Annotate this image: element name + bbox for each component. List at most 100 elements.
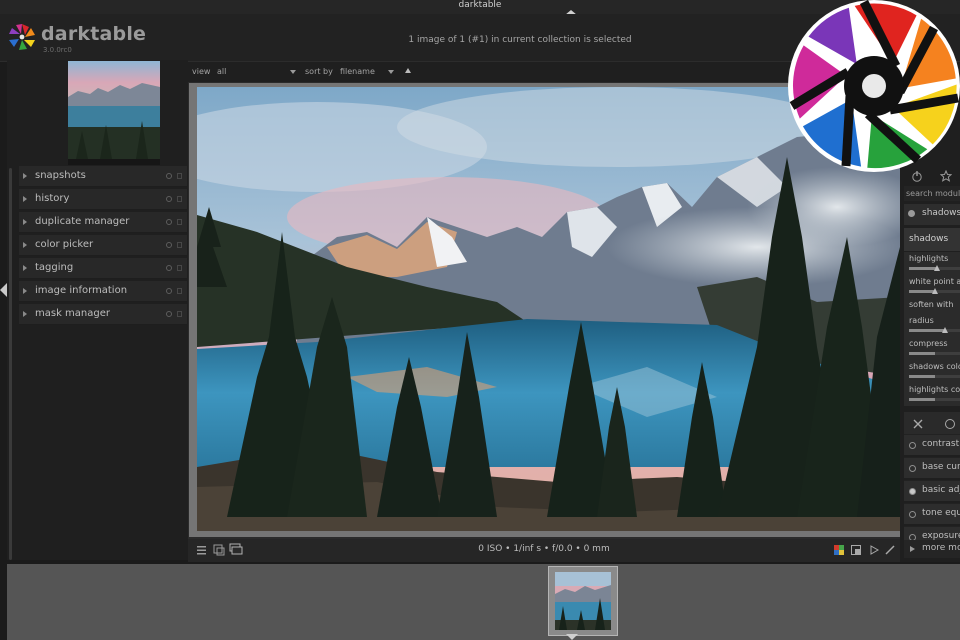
slider-knob[interactable] (934, 265, 941, 271)
slider-track[interactable] (909, 329, 960, 332)
sort-dropdown-arrow-icon[interactable] (388, 70, 394, 74)
expand-arrow-icon (23, 311, 27, 317)
slider-label: white point adjustment (909, 277, 960, 286)
slider-track[interactable] (909, 375, 960, 378)
presets-icon[interactable] (177, 242, 182, 248)
module-contrast[interactable]: contrast (904, 434, 960, 455)
slider-track[interactable] (909, 398, 960, 401)
expand-arrow-icon (23, 173, 27, 179)
module-power-icon[interactable] (909, 511, 916, 518)
reset-icon[interactable] (166, 219, 172, 225)
slider-knob[interactable] (941, 327, 948, 333)
module-snapshots[interactable]: snapshots (19, 166, 187, 187)
reset-icon[interactable] (166, 288, 172, 294)
slider-fill (909, 329, 945, 332)
left-panel: snapshots history duplicate manager colo… (7, 60, 188, 560)
sort-order-icon[interactable] (405, 68, 411, 73)
presets-icon[interactable] (177, 288, 182, 294)
module-label: duplicate manager (35, 216, 130, 227)
module-power-icon[interactable] (909, 465, 916, 472)
module-basic-adjustments[interactable]: basic adjustments (904, 480, 960, 501)
slider-knob[interactable] (931, 288, 938, 294)
module-power-icon[interactable] (909, 488, 916, 495)
presets-icon[interactable] (177, 219, 182, 225)
exif-info: 0 ISO • 1/inf s • f/0.0 • 0 mm (478, 544, 610, 554)
sort-label: sort by (305, 67, 333, 76)
view-dropdown[interactable]: all (217, 67, 226, 76)
view-dropdown-arrow-icon[interactable] (290, 70, 296, 74)
module-tone-equalizer[interactable]: tone equalizer (904, 503, 960, 524)
softproof-icon[interactable] (851, 545, 862, 556)
reset-icon[interactable] (166, 311, 172, 317)
slider-fill (909, 267, 938, 270)
slider-highlights-color[interactable]: highlights color adjustment (904, 383, 960, 406)
search-modules-input[interactable]: search modules (904, 186, 960, 201)
expand-arrow-icon (23, 242, 27, 248)
aperture-logo-icon (9, 24, 35, 50)
active-module-header[interactable]: shadows (904, 204, 960, 225)
module-label: contrast (922, 439, 960, 449)
module-label: image information (35, 285, 128, 296)
reset-icon[interactable] (166, 173, 172, 179)
filmstrip-thumbnail[interactable] (548, 566, 618, 636)
module-exposure[interactable]: exposure (904, 526, 960, 540)
expand-arrow-icon (910, 546, 915, 552)
collapse-bottom-panel-arrow[interactable] (566, 634, 578, 640)
module-label: history (35, 193, 70, 204)
collapse-left-panel-arrow[interactable] (0, 283, 7, 297)
reset-icon[interactable] (166, 265, 172, 271)
more-modules-button[interactable]: more modules (904, 540, 960, 558)
module-power-icon[interactable] (909, 442, 916, 449)
circle-icon[interactable] (944, 418, 956, 430)
reset-icon[interactable] (166, 242, 172, 248)
group-header[interactable]: shadows (904, 228, 960, 251)
module-label: base curve (922, 462, 960, 472)
module-duplicate-manager[interactable]: duplicate manager (19, 212, 187, 233)
navigation-thumbnail[interactable] (68, 61, 160, 165)
expand-arrow-icon (23, 265, 27, 271)
module-tagging[interactable]: tagging (19, 258, 187, 279)
reset-icon[interactable] (166, 196, 172, 202)
module-toolbar (904, 412, 960, 436)
slider-track[interactable] (909, 352, 960, 355)
gamut-check-icon[interactable] (869, 545, 880, 556)
focus-peaking-icon[interactable] (885, 545, 896, 556)
slider-fill (909, 398, 935, 401)
slider-label: radius (909, 316, 934, 325)
slider-radius[interactable]: radius (904, 314, 960, 337)
thumbnail-image (555, 572, 611, 630)
slider-label: highlights color adjustment (909, 385, 960, 394)
module-label: mask manager (35, 308, 110, 319)
slider-white-point[interactable]: white point adjustment (904, 275, 960, 298)
version-label: 3.0.0rc0 (43, 46, 72, 54)
presets-icon[interactable] (177, 173, 182, 179)
left-panel-scrollbar[interactable] (9, 168, 12, 560)
presets-icon[interactable] (177, 265, 182, 271)
presets-icon[interactable] (177, 311, 182, 317)
module-label: basic adjustments (922, 485, 960, 495)
color-assessment-icon[interactable] (834, 545, 845, 556)
slider-label: highlights (909, 254, 949, 263)
module-base-curve[interactable]: base curve (904, 457, 960, 478)
app-logo: darktable 3.0.0rc0 (6, 18, 186, 58)
module-mask-manager[interactable]: mask manager (19, 304, 187, 325)
expand-arrow-icon (23, 196, 27, 202)
bottom-info-bar: 0 ISO • 1/inf s • f/0.0 • 0 mm (188, 539, 900, 562)
more-modules-label: more modules (922, 543, 960, 553)
module-label: snapshots (35, 170, 86, 181)
darktable-aperture-logo-icon (788, 0, 960, 172)
expand-arrow-icon (23, 288, 27, 294)
slider-label: compress (909, 339, 948, 348)
slider-shadows-color[interactable]: shadows color adjustment (904, 360, 960, 383)
module-history[interactable]: history (19, 189, 187, 210)
presets-icon[interactable] (177, 196, 182, 202)
close-icon[interactable] (912, 418, 924, 430)
sort-dropdown[interactable]: filename (340, 67, 375, 76)
slider-compress[interactable]: compress (904, 337, 960, 360)
navigation-preview-image (68, 61, 160, 165)
module-power-icon[interactable] (908, 210, 915, 217)
module-label: color picker (35, 239, 94, 250)
slider-highlights[interactable]: highlights (904, 252, 960, 275)
module-color-picker[interactable]: color picker (19, 235, 187, 256)
module-image-information[interactable]: image information (19, 281, 187, 302)
